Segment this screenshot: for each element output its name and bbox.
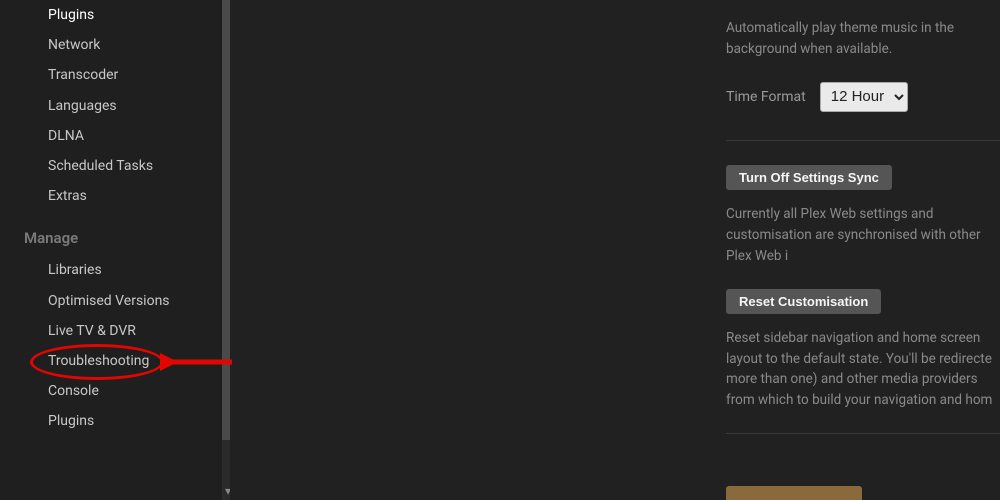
section-divider [726,140,1000,141]
time-format-label: Time Format [726,89,806,105]
sidebar-items: Plugins Network Transcoder Languages DLN… [0,0,230,436]
sidebar-item-extras[interactable]: Extras [0,181,230,211]
sidebar-item-optimised-versions[interactable]: Optimised Versions [0,286,230,316]
sidebar-item-libraries[interactable]: Libraries [0,255,230,285]
sidebar-scrollbar-track[interactable]: ▾ [222,0,230,500]
settings-sidebar: Plugins Network Transcoder Languages DLN… [0,0,230,500]
time-format-select[interactable]: 12 Hour [820,82,908,112]
sidebar-item-dlna[interactable]: DLNA [0,121,230,151]
sidebar-scrollbar-thumb[interactable] [222,0,230,440]
section-divider-2 [726,433,1000,434]
reset-customisation-description: Reset sidebar navigation and home screen… [726,328,1000,412]
sidebar-item-scheduled-tasks[interactable]: Scheduled Tasks [0,151,230,181]
sidebar-item-plugins-manage[interactable]: Plugins [0,406,230,436]
reset-customisation-button[interactable]: Reset Customisation [726,289,881,314]
theme-music-description: Automatically play theme music in the ba… [726,18,1000,60]
sidebar-item-console[interactable]: Console [0,376,230,406]
save-changes-button[interactable]: Save Changes [726,486,862,500]
turn-off-settings-sync-button[interactable]: Turn Off Settings Sync [726,165,892,190]
sidebar-item-network[interactable]: Network [0,30,230,60]
settings-sync-description: Currently all Plex Web settings and cust… [726,204,1000,267]
sidebar-item-languages[interactable]: Languages [0,91,230,121]
sidebar-item-live-tv-dvr[interactable]: Live TV & DVR [0,316,230,346]
sidebar-header-manage: Manage [0,211,230,255]
sidebar-item-troubleshooting[interactable]: Troubleshooting [0,346,230,376]
time-format-row: Time Format 12 Hour [726,82,1000,112]
sidebar-item-transcoder[interactable]: Transcoder [0,60,230,90]
sidebar-item-plugins[interactable]: Plugins [0,0,230,30]
settings-main: Automatically play theme music in the ba… [230,0,1000,500]
